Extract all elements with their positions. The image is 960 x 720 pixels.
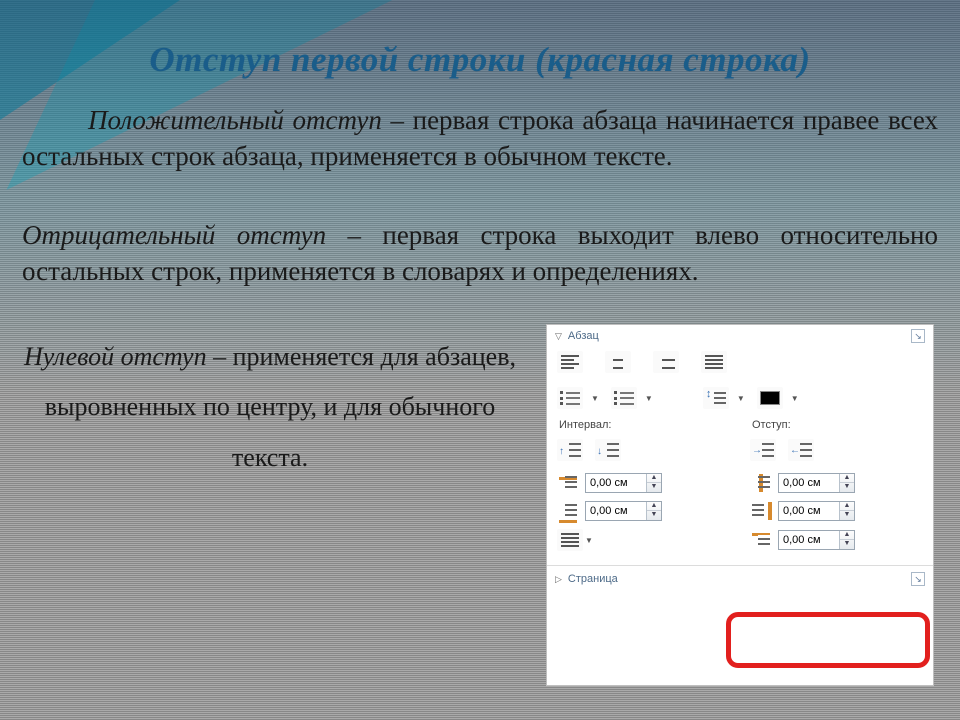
first-line-indent-icon xyxy=(750,530,772,550)
indent-before-text-input[interactable] xyxy=(779,474,839,492)
numbered-dropdown-icon[interactable]: ▼ xyxy=(645,394,653,403)
increase-spacing-button[interactable]: ↑ xyxy=(557,439,583,461)
panel-header-paragraph[interactable]: ▽ Абзац xyxy=(547,325,933,345)
space-after-para-input[interactable] xyxy=(586,502,646,520)
list-row: ▼ ▼ ↕ ▼ ▼ xyxy=(547,381,933,417)
slide-title: Отступ первой строки (красная строка) xyxy=(22,40,938,80)
bullet-dropdown-icon[interactable]: ▼ xyxy=(591,394,599,403)
label-interval: Интервал: xyxy=(547,417,740,433)
color-dropdown-icon[interactable]: ▼ xyxy=(791,394,799,403)
numbered-list-button[interactable] xyxy=(611,387,637,409)
spin-down-icon[interactable]: ▼ xyxy=(840,483,854,492)
label-indent: Отступ: xyxy=(740,417,933,433)
align-left-button[interactable] xyxy=(557,351,583,373)
term-positive: Положительный отступ xyxy=(88,105,382,135)
line-spacing-button[interactable]: ↕ xyxy=(703,387,729,409)
space-after-para-row: ▲▼ xyxy=(547,497,740,525)
space-before-para-input[interactable] xyxy=(586,474,646,492)
indent-before-text-icon xyxy=(750,473,772,493)
hanging-indent-button[interactable] xyxy=(557,529,583,551)
collapse-icon: ▽ xyxy=(555,331,562,342)
dialog-launcher-icon[interactable] xyxy=(911,329,925,343)
spin-up-icon[interactable]: ▲ xyxy=(840,531,854,540)
spacing-dropdown-icon[interactable]: ▼ xyxy=(737,394,745,403)
color-swatch-icon xyxy=(760,391,780,405)
decrease-spacing-button[interactable]: ↓ xyxy=(595,439,621,461)
spin-up-icon[interactable]: ▲ xyxy=(840,474,854,483)
hanging-dropdown-icon[interactable]: ▼ xyxy=(585,536,593,545)
panel-title-page: Страница xyxy=(568,573,618,585)
align-right-button[interactable] xyxy=(653,351,679,373)
term-negative: Отрицательный отступ xyxy=(22,220,326,250)
spin-down-icon[interactable]: ▼ xyxy=(647,511,661,520)
panel-header-page[interactable]: ▷ Страница xyxy=(547,565,933,588)
bullet-list-button[interactable] xyxy=(557,387,583,409)
spin-down-icon[interactable]: ▼ xyxy=(840,540,854,549)
decrease-indent-button[interactable]: ← xyxy=(788,439,814,461)
indent-before-text-row: ▲▼ xyxy=(740,469,933,497)
paragraph-negative-indent: Отрицательный отступ – первая строка вых… xyxy=(22,217,938,290)
spin-up-icon[interactable]: ▲ xyxy=(840,502,854,511)
indent-after-text-icon xyxy=(750,501,772,521)
alignment-row xyxy=(547,345,933,381)
panel-title-paragraph: Абзац xyxy=(568,330,599,342)
align-justify-button[interactable] xyxy=(701,351,727,373)
space-after-paragraph-icon xyxy=(557,501,579,521)
indent-after-text-input[interactable] xyxy=(779,502,839,520)
spin-down-icon[interactable]: ▼ xyxy=(647,483,661,492)
increase-indent-button[interactable]: → xyxy=(750,439,776,461)
paragraph-zero-indent: Нулевой отступ – применяется для абзацев… xyxy=(22,332,518,484)
space-before-para-row: ▲▼ xyxy=(547,469,740,497)
indent-after-text-row: ▲▼ xyxy=(740,497,933,525)
first-line-indent-input[interactable] xyxy=(779,531,839,549)
collapse-icon: ▷ xyxy=(555,574,562,585)
align-center-button[interactable] xyxy=(605,351,631,373)
term-zero: Нулевой отступ xyxy=(24,342,207,371)
hanging-indent-row: ▼ xyxy=(547,525,740,555)
spin-up-icon[interactable]: ▲ xyxy=(647,474,661,483)
paragraph-panel: ▽ Абзац ▼ ▼ ↕ ▼ ▼ Интервал: Отступ: xyxy=(546,324,934,686)
background-color-button[interactable] xyxy=(757,387,783,409)
spin-up-icon[interactable]: ▲ xyxy=(647,502,661,511)
space-before-paragraph-icon xyxy=(557,473,579,493)
paragraph-positive-indent: Положительный отступ – первая строка абз… xyxy=(22,102,938,175)
first-line-indent-row: ▲▼ xyxy=(740,525,933,555)
spin-down-icon[interactable]: ▼ xyxy=(840,511,854,520)
dialog-launcher-icon[interactable] xyxy=(911,572,925,586)
